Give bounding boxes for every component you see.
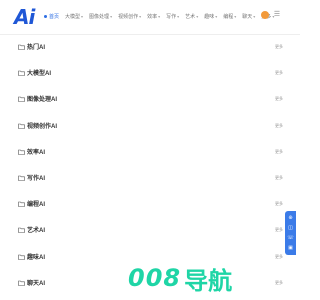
section-title: 艺术AI (27, 228, 46, 235)
nav-item[interactable]: 编程 ▾ (223, 13, 236, 20)
active-dot-icon (44, 15, 47, 18)
section-title: 编程AI (27, 202, 46, 209)
more-link[interactable]: 更多 (275, 149, 283, 155)
nav-item-label: 编程 (223, 14, 234, 20)
section-title: 效率AI (27, 149, 46, 156)
category-section: 效率AI 更多 (0, 139, 300, 165)
window-icon[interactable]: ◫ (288, 225, 293, 231)
nav-item-label: 视频创作 (118, 14, 139, 20)
site-logo[interactable]: Ai (14, 5, 35, 29)
folder-icon (18, 123, 25, 129)
more-link[interactable]: 更多 (275, 254, 283, 260)
nav-item[interactable]: 艺术 ▾ (185, 13, 198, 20)
nav-item-label: 首页 (49, 14, 60, 20)
chevron-down-icon: ▾ (234, 14, 237, 19)
more-link[interactable]: 更多 (275, 175, 283, 181)
category-section: 艺术AI 更多 (0, 217, 300, 243)
nav-item[interactable]: 首页 (44, 13, 59, 20)
add-icon[interactable]: ⊕ (288, 215, 292, 221)
nav-item-label: 图像处理 (89, 14, 110, 20)
more-link[interactable]: 更多 (275, 123, 283, 129)
folder-icon (18, 280, 25, 286)
section-title: 大模型AI (27, 71, 52, 78)
header: Ai 首页大模型▾图像处理▾视频创作▾效率▾写作▾艺术▾趣味▾编程▾聊天▾更多▾… (0, 0, 300, 35)
category-section: 编程AI 更多 (0, 191, 300, 217)
category-section: 写作AI 更多 (0, 165, 300, 191)
phone-icon[interactable]: ☏ (287, 235, 293, 241)
category-section: 热门AI 更多 (0, 34, 300, 60)
folder-icon (18, 97, 25, 103)
chevron-down-icon: ▾ (177, 14, 180, 19)
section-title: 热门AI (27, 45, 46, 51)
page: Ai 首页大模型▾图像处理▾视频创作▾效率▾写作▾艺术▾趣味▾编程▾聊天▾更多▾… (0, 0, 300, 300)
category-section: 大模型AI 更多 (0, 60, 300, 86)
nav-item-label: 写作 (166, 14, 177, 20)
nav-item[interactable]: 趣味 ▾ (204, 13, 217, 20)
more-link[interactable]: 更多 (275, 201, 283, 207)
more-link[interactable]: 更多 (275, 227, 283, 233)
watermark-logo: 008 导航 (128, 261, 232, 295)
nav-item[interactable]: 图像处理 ▾ (89, 13, 112, 20)
chevron-down-icon: ▾ (81, 14, 84, 19)
watermark-number: 008 (128, 264, 182, 292)
watermark-text: 导航 (184, 266, 233, 295)
section-title: 视频创作AI (27, 123, 58, 130)
folder-icon (18, 201, 25, 207)
side-toolbar: ⊕ ◫ ☏ ▣ (285, 211, 296, 255)
qr-icon[interactable]: ▣ (288, 245, 293, 251)
nav-item-label: 大模型 (65, 14, 81, 20)
chevron-down-icon: ▾ (158, 14, 161, 19)
folder-icon (18, 149, 25, 155)
nav-item[interactable]: 写作 ▾ (166, 13, 179, 20)
chevron-down-icon: ▾ (253, 14, 256, 19)
nav-item-label: 趣味 (204, 14, 215, 20)
nav-item-label: 效率 (147, 14, 158, 20)
more-link[interactable]: 更多 (275, 96, 283, 102)
section-title: 聊天AI (27, 280, 46, 287)
nav-item[interactable]: 大模型 ▾ (65, 13, 83, 20)
more-link[interactable]: 更多 (275, 44, 283, 50)
chevron-down-icon: ▾ (215, 14, 218, 19)
chevron-down-icon: ▾ (110, 14, 113, 19)
nav-item[interactable]: 效率 ▾ (147, 13, 160, 20)
section-title: 写作AI (27, 176, 46, 182)
more-link[interactable]: 更多 (275, 70, 283, 76)
nav-item-label: 聊天 (242, 14, 253, 20)
folder-icon (18, 70, 25, 76)
user-avatar[interactable] (261, 11, 269, 19)
section-title: 趣味AI (27, 254, 46, 261)
more-link[interactable]: 更多 (275, 280, 283, 286)
chevron-down-icon: ▾ (139, 14, 142, 19)
nav-item-label: 艺术 (185, 14, 196, 20)
top-nav: 首页大模型▾图像处理▾视频创作▾效率▾写作▾艺术▾趣味▾编程▾聊天▾更多▾ (44, 13, 274, 20)
nav-item[interactable]: 视频创作 ▾ (118, 13, 141, 20)
user-icon[interactable]: ☰ (273, 11, 281, 19)
section-title: 图像处理AI (27, 97, 58, 104)
folder-icon (18, 44, 25, 50)
folder-icon (18, 175, 25, 181)
chevron-down-icon: ▾ (196, 14, 199, 19)
nav-item[interactable]: 聊天 ▾ (242, 13, 255, 20)
category-section: 视频创作AI 更多 (0, 113, 300, 139)
folder-icon (18, 254, 25, 260)
folder-icon (18, 228, 25, 234)
category-section: 图像处理AI 更多 (0, 86, 300, 112)
